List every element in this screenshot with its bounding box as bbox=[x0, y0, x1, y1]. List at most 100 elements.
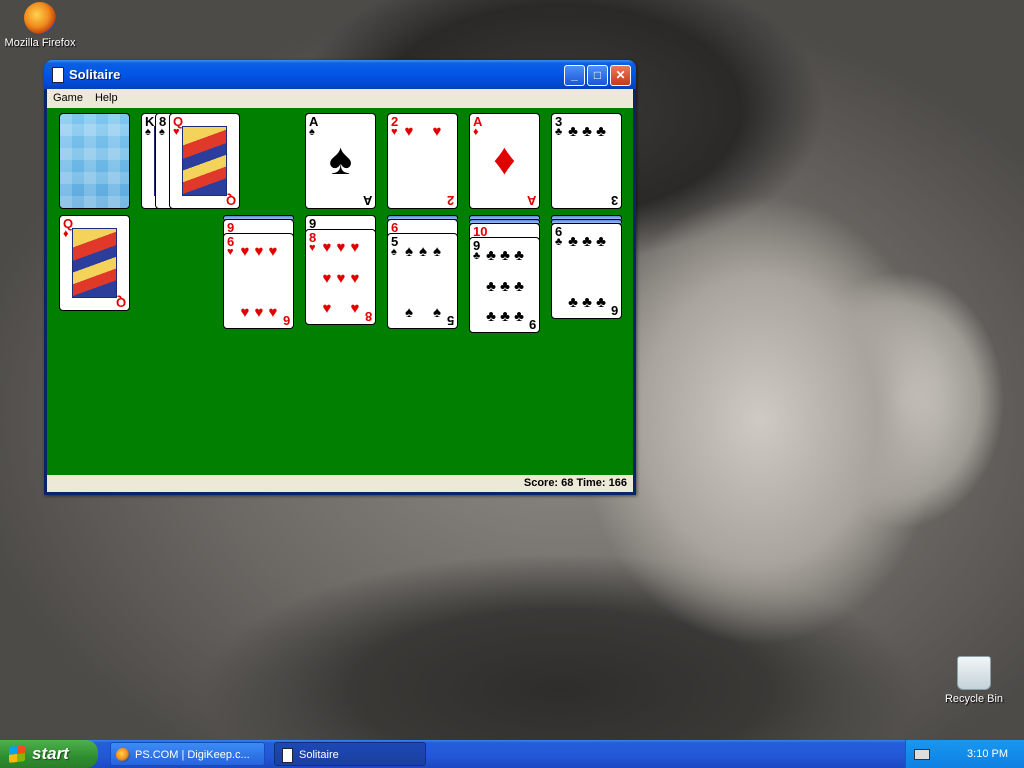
pip-icon: ♥ bbox=[432, 123, 442, 140]
pip-icon: ♥ bbox=[350, 269, 360, 287]
pip-icon: ♥ bbox=[322, 269, 332, 287]
pip-icon: ♣ bbox=[568, 294, 578, 311]
pip-icon: ♠ bbox=[419, 243, 427, 260]
title-bar[interactable]: Solitaire _ □ ✕ bbox=[44, 60, 636, 89]
card-rank: 6 bbox=[610, 303, 618, 318]
menu-bar: Game Help bbox=[47, 89, 633, 108]
card-suit-icon: ♣ bbox=[473, 250, 481, 262]
pip-icon: ♣ bbox=[514, 277, 524, 295]
taskbar: start PS.COM | DigiKeep.c... Solitaire 3… bbox=[0, 740, 1024, 768]
playing-card[interactable]: Q ♦ Q bbox=[59, 215, 130, 311]
pip-icon: ♥ bbox=[336, 239, 346, 256]
pip-icon: ♠ bbox=[405, 304, 413, 321]
solitaire-app-icon bbox=[282, 748, 293, 763]
start-button[interactable]: start bbox=[0, 740, 98, 768]
card-suit-icon: ♠ bbox=[309, 126, 315, 138]
playing-card[interactable]: 6♥6♥♥♥♥♥♥ bbox=[223, 233, 294, 329]
pip-icon: ♣ bbox=[500, 308, 510, 325]
foundation-pile[interactable]: 2 ♥ 2 ♥ ♥ bbox=[387, 113, 458, 209]
taskbar-item-label: PS.COM | DigiKeep.c... bbox=[135, 749, 250, 761]
taskbar-item-solitaire[interactable]: Solitaire bbox=[274, 742, 426, 766]
card-suit-icon: ♦ bbox=[473, 126, 479, 138]
playing-card[interactable]: 9 ♣ 9 ♣ ♣ ♣ ♣ ♣ ♣ ♣ ♣ ♣ bbox=[469, 237, 540, 333]
playing-card[interactable]: 5 ♠ 5 ♠ ♠ ♠ ♠ ♠ bbox=[387, 233, 458, 329]
pip-icon: ♥ bbox=[240, 304, 250, 321]
ace-suit-icon: ♦ bbox=[493, 135, 516, 184]
pip-icon: ♣ bbox=[568, 123, 578, 140]
pip-icon: ♣ bbox=[596, 123, 606, 140]
playing-card[interactable]: 8 ♥ 8 ♥ ♥ ♥ ♥ ♥ ♥ ♥ ♥ bbox=[305, 229, 376, 325]
card-pips: ♣ ♣ ♣ ♣ ♣ ♣ ♣ ♣ ♣ bbox=[484, 248, 526, 324]
card-suit-icon: ♠ bbox=[145, 126, 151, 138]
pip-icon: ♣ bbox=[500, 277, 510, 295]
card-rank: Q bbox=[115, 295, 126, 310]
windows-logo-icon bbox=[9, 745, 25, 763]
pip-icon: ♣ bbox=[582, 123, 592, 140]
desktop-icon-recycle-bin[interactable]: Recycle Bin bbox=[934, 656, 1014, 705]
card-suit-icon: ♣ bbox=[555, 126, 563, 138]
taskbar-item-label: Solitaire bbox=[299, 749, 339, 761]
card-rank: 9 bbox=[528, 317, 536, 332]
pip-icon: ♥ bbox=[268, 304, 278, 321]
card-pips: ♥♥♥♥♥♥ bbox=[238, 244, 280, 320]
close-button[interactable]: ✕ bbox=[610, 65, 631, 86]
ace-suit-icon: ♠ bbox=[328, 135, 353, 184]
pip-icon: ♥ bbox=[404, 123, 414, 140]
firefox-icon bbox=[116, 748, 130, 762]
playing-card[interactable]: Q ♥ Q bbox=[169, 113, 240, 209]
pip-icon: ♥ bbox=[322, 300, 332, 317]
window-title: Solitaire bbox=[69, 67, 121, 82]
firefox-icon bbox=[24, 2, 56, 34]
card-pips: ♠ ♠ ♠ ♠ ♠ bbox=[402, 244, 444, 320]
pip-icon: ♣ bbox=[596, 233, 606, 250]
pip-icon: ♣ bbox=[486, 308, 496, 325]
system-tray: 3:10 PM bbox=[905, 740, 1024, 768]
card-suit-icon: ♦ bbox=[63, 228, 69, 240]
pip-icon: ♣ bbox=[582, 294, 592, 311]
court-card-face-icon bbox=[182, 126, 227, 196]
score-time-status: Score: 68 Time: 166 bbox=[523, 477, 627, 489]
pip-icon: ♥ bbox=[322, 239, 332, 256]
desktop-icon-label: Recycle Bin bbox=[944, 693, 1004, 705]
card-rank: A bbox=[526, 193, 536, 208]
card-rank: 3 bbox=[610, 193, 618, 208]
pip-icon: ♥ bbox=[268, 243, 278, 260]
taskbar-item-browser[interactable]: PS.COM | DigiKeep.c... bbox=[110, 742, 265, 766]
desktop-icon-firefox[interactable]: Mozilla Firefox bbox=[0, 2, 80, 49]
menu-game[interactable]: Game bbox=[47, 89, 89, 104]
foundation-pile[interactable]: A ♠ A ♠ bbox=[305, 113, 376, 209]
card-pips: ♣ ♣ ♣ bbox=[566, 124, 608, 200]
stock-pile[interactable] bbox=[59, 113, 130, 209]
solitaire-window: Solitaire _ □ ✕ GameHelp K♠K8♠8♠♠♠♠♠♠♠♠Q… bbox=[44, 60, 636, 495]
pip-icon: ♥ bbox=[350, 300, 360, 317]
foundation-pile[interactable]: A ♦ A ♦ bbox=[469, 113, 540, 209]
card-suit-icon: ♥ bbox=[227, 246, 234, 258]
status-bar: Score: 68 Time: 166 bbox=[47, 475, 633, 492]
maximize-button[interactable]: □ bbox=[587, 65, 608, 86]
playing-card[interactable]: 6 ♣ 6 ♣ ♣ ♣ ♣ ♣ ♣ bbox=[551, 223, 622, 319]
card-rank: 2 bbox=[446, 193, 454, 208]
card-suit-icon: ♥ bbox=[173, 126, 180, 138]
pip-icon: ♠ bbox=[433, 304, 441, 321]
pip-icon: ♥ bbox=[254, 243, 264, 260]
recycle-bin-icon bbox=[957, 656, 991, 690]
pip-icon: ♥ bbox=[336, 269, 346, 287]
pip-icon: ♣ bbox=[486, 277, 496, 295]
pip-icon: ♥ bbox=[350, 239, 360, 256]
pip-icon: ♥ bbox=[254, 304, 264, 321]
foundation-pile[interactable]: 3 ♣ 3 ♣ ♣ ♣ bbox=[551, 113, 622, 209]
card-suit-icon: ♥ bbox=[309, 242, 316, 254]
pip-icon: ♠ bbox=[433, 243, 441, 260]
pip-icon: ♣ bbox=[568, 233, 578, 250]
court-card-face-icon bbox=[72, 228, 117, 298]
game-table: K♠K8♠8♠♠♠♠♠♠♠♠Q♥Q A♠A♠2♥2♥♥A♦A♦3♣3♣♣♣ Q♦… bbox=[47, 108, 633, 475]
keyboard-icon[interactable] bbox=[914, 749, 930, 760]
card-pips: ♥ ♥ bbox=[402, 124, 444, 200]
pip-icon: ♣ bbox=[486, 247, 496, 264]
minimize-button[interactable]: _ bbox=[564, 65, 585, 86]
card-suit-icon: ♣ bbox=[555, 236, 563, 248]
card-rank: A bbox=[362, 193, 372, 208]
desktop-icon-label: Mozilla Firefox bbox=[4, 37, 76, 49]
pip-icon: ♣ bbox=[514, 247, 524, 264]
menu-help[interactable]: Help bbox=[89, 89, 124, 104]
